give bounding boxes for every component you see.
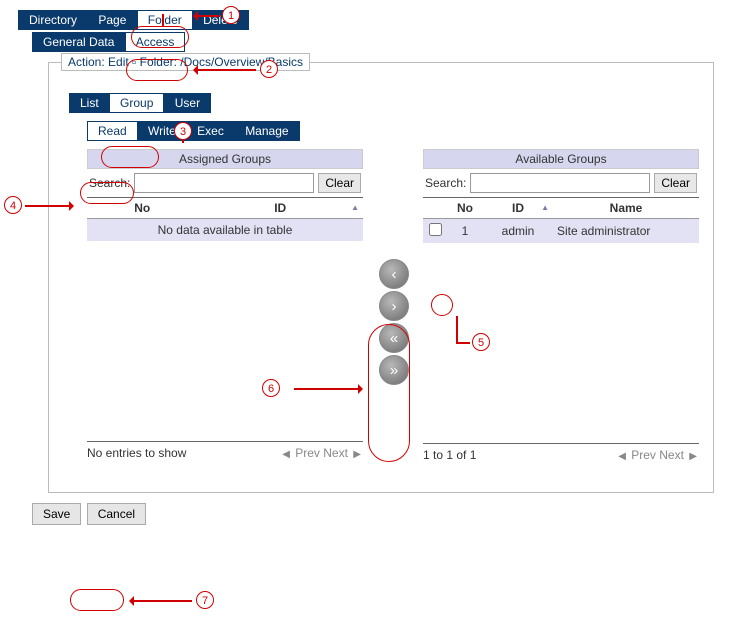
assigned-clear-button[interactable]: Clear [318, 173, 361, 193]
available-pager: ◀ Prev Next ▶ [616, 448, 699, 462]
available-col-name[interactable]: Name [553, 198, 699, 219]
annotation-3: 3 [174, 122, 192, 140]
row-checkbox[interactable] [429, 223, 442, 236]
row-no: 1 [447, 219, 483, 244]
form-buttons: Save Cancel [32, 503, 734, 525]
tab-manage[interactable]: Manage [234, 121, 299, 141]
available-groups-title: Available Groups [423, 149, 699, 169]
available-col-id[interactable]: ID [483, 198, 553, 219]
assigned-groups-title: Assigned Groups [87, 149, 363, 169]
assigned-footer-info: No entries to show [87, 446, 186, 460]
next-icon: ▶ [687, 451, 699, 462]
assigned-col-id[interactable]: ID [197, 198, 363, 219]
transfer-buttons: ‹ › « » [379, 259, 409, 385]
assigned-search-label: Search: [89, 176, 130, 190]
tab-general-data[interactable]: General Data [32, 32, 125, 52]
available-clear-button[interactable]: Clear [654, 173, 697, 193]
next-icon: ▶ [351, 449, 363, 460]
assigned-search-input[interactable] [134, 173, 314, 193]
save-button[interactable]: Save [32, 503, 81, 525]
annotation-5: 5 [472, 333, 490, 351]
move-left-button[interactable]: ‹ [379, 259, 409, 289]
available-footer-info: 1 to 1 of 1 [423, 448, 476, 462]
annotation-7: 7 [196, 591, 214, 609]
available-prev[interactable]: Prev [631, 448, 656, 462]
chevron-right-icon: › [392, 298, 397, 315]
move-all-left-button[interactable]: « [379, 323, 409, 353]
available-groups-panel: Available Groups Search: Clear No ID Nam… [423, 149, 699, 462]
double-chevron-right-icon: » [390, 362, 398, 379]
tab-access[interactable]: Access [125, 32, 186, 52]
assigned-groups-panel: Assigned Groups Search: Clear No ID No d… [87, 149, 363, 462]
available-search-label: Search: [425, 176, 466, 190]
tab-folder[interactable]: Folder [137, 10, 193, 30]
tab-delete[interactable]: Delete [192, 10, 249, 30]
tab-group[interactable]: Group [109, 93, 164, 113]
available-next[interactable]: Next [659, 448, 684, 462]
prev-icon: ◀ [616, 451, 628, 462]
assigned-next[interactable]: Next [323, 446, 348, 460]
tab-list[interactable]: List [69, 93, 110, 113]
tab-read[interactable]: Read [87, 121, 138, 141]
move-all-right-button[interactable]: » [379, 355, 409, 385]
tab-directory[interactable]: Directory [18, 10, 88, 30]
move-right-button[interactable]: › [379, 291, 409, 321]
double-chevron-left-icon: « [390, 330, 398, 347]
assigned-pager: ◀ Prev Next ▶ [280, 446, 363, 460]
available-col-no[interactable]: No [447, 198, 483, 219]
annotation-4: 4 [4, 196, 22, 214]
assigned-prev[interactable]: Prev [295, 446, 320, 460]
tab-user[interactable]: User [164, 93, 211, 113]
row-id: admin [483, 219, 553, 244]
assigned-col-no[interactable]: No [87, 198, 197, 219]
available-col-check [423, 198, 447, 219]
available-search-input[interactable] [470, 173, 650, 193]
top-tab-row: Directory Page Folder Delete [18, 10, 734, 30]
inner-tab-row: List Group User [69, 93, 699, 113]
annotation-6: 6 [262, 379, 280, 397]
tab-exec[interactable]: Exec [186, 121, 235, 141]
assigned-table: No ID No data available in table [87, 198, 363, 241]
groups-columns: Assigned Groups Search: Clear No ID No d… [87, 149, 699, 462]
annotation-1: 1 [222, 6, 240, 24]
sub-tab-row: General Data Access [32, 32, 734, 52]
assigned-empty-cell: No data available in table [87, 219, 363, 242]
chevron-left-icon: ‹ [392, 266, 397, 283]
table-row[interactable]: 1 admin Site administrator [423, 219, 699, 244]
available-table: No ID Name 1 admin Site administrator [423, 198, 699, 243]
tab-page[interactable]: Page [87, 10, 137, 30]
annotation-2: 2 [260, 60, 278, 78]
main-panel: Action: Edit ▫ Folder: /Docs/Overview/Ba… [48, 62, 714, 493]
cancel-button[interactable]: Cancel [87, 503, 146, 525]
row-name: Site administrator [553, 219, 699, 244]
prev-icon: ◀ [280, 449, 292, 460]
